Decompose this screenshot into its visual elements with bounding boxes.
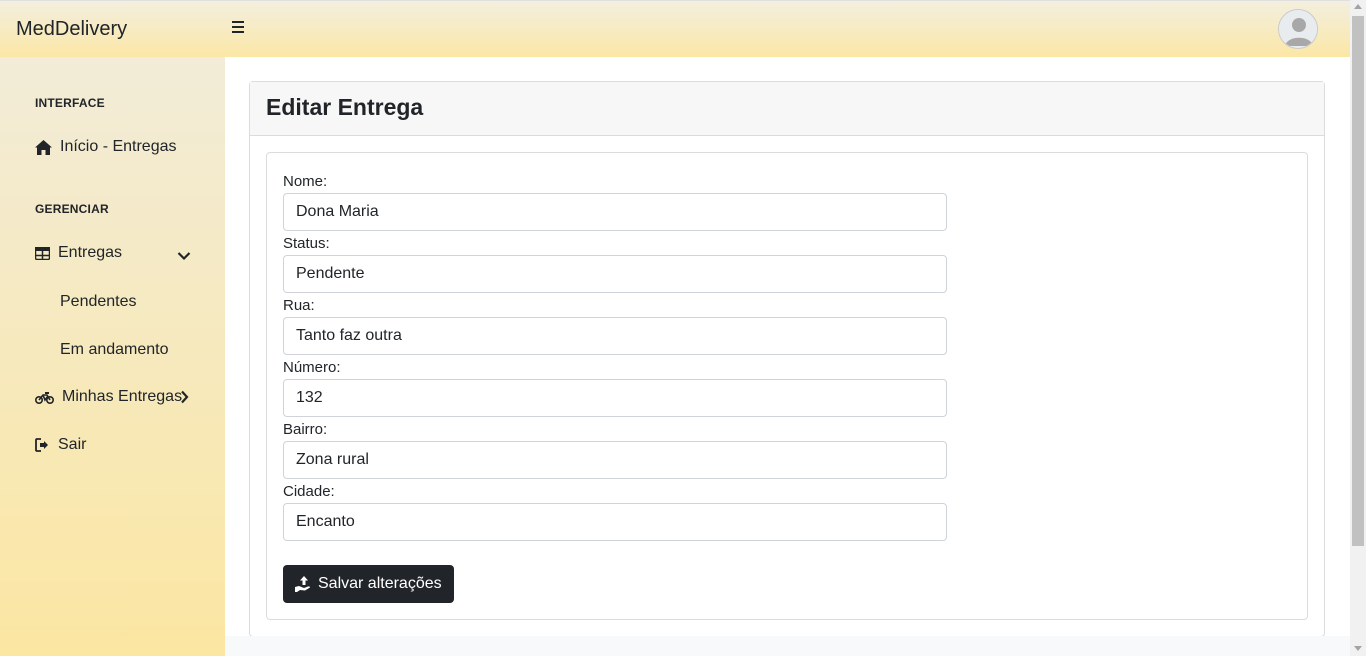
edit-form: Nome: Status: Rua: Número: Bairro: Cidad… [266,152,1308,620]
edit-delivery-card: Editar Entrega Nome: Status: Rua: Número… [249,81,1325,637]
neighborhood-label: Bairro: [283,421,328,438]
chevron-down-icon[interactable] [177,248,191,266]
sidebar-item-entregas[interactable]: Entregas [35,244,122,262]
user-avatar-icon[interactable] [1278,9,1318,49]
scroll-up-arrow-icon[interactable] [1354,4,1362,9]
main-footer-strip [225,636,1350,656]
street-field[interactable] [283,317,947,355]
page-title: Editar Entrega [266,94,424,120]
card-header: Editar Entrega [250,82,1324,136]
sidebar: INTERFACE Início - Entregas GERENCIAR En… [0,57,225,656]
street-label: Rua: [283,297,315,314]
sidebar-item-label: Entregas [58,244,123,261]
neighborhood-field[interactable] [283,441,947,479]
name-label: Nome: [283,173,328,190]
chevron-right-icon[interactable] [180,390,189,409]
status-label: Status: [283,235,330,252]
home-icon [35,139,52,155]
sidebar-item-sair[interactable]: Sair [35,436,86,454]
sign-out-icon [35,437,50,453]
save-changes-button[interactable]: Salvar alterações [283,565,454,603]
topbar: MedDelivery [0,0,1350,57]
main-content: Editar Entrega Nome: Status: Rua: Número… [225,57,1350,656]
scroll-down-arrow-icon[interactable] [1354,646,1362,651]
motorcycle-icon [35,389,54,405]
sidebar-item-label: Início - Entregas [60,138,177,155]
save-button-label: Salvar alterações [318,575,442,592]
bars-icon[interactable] [232,21,248,37]
name-field[interactable] [283,193,947,231]
scroll-thumb[interactable] [1352,16,1364,546]
page-scrollbar[interactable] [1350,0,1366,656]
status-field[interactable] [283,255,947,293]
number-label: Número: [283,359,341,376]
sidebar-item-minhas-entregas[interactable]: Minhas Entregas [35,388,182,406]
sidebar-item-label: Minhas Entregas [62,388,183,405]
sidebar-heading-interface: INTERFACE [35,96,105,110]
sidebar-item-label: Sair [58,436,87,453]
sidebar-item-home[interactable]: Início - Entregas [35,138,177,156]
sidebar-heading-manage: GERENCIAR [35,202,109,216]
brand-logo[interactable]: MedDelivery [16,18,127,41]
city-field[interactable] [283,503,947,541]
city-label: Cidade: [283,483,335,500]
table-icon [35,245,50,261]
sidebar-subitem-em-andamento[interactable]: Em andamento [60,341,169,359]
number-field[interactable] [283,379,947,417]
hand-holding-upload-icon [295,576,313,592]
sidebar-subitem-pendentes[interactable]: Pendentes [60,293,137,311]
